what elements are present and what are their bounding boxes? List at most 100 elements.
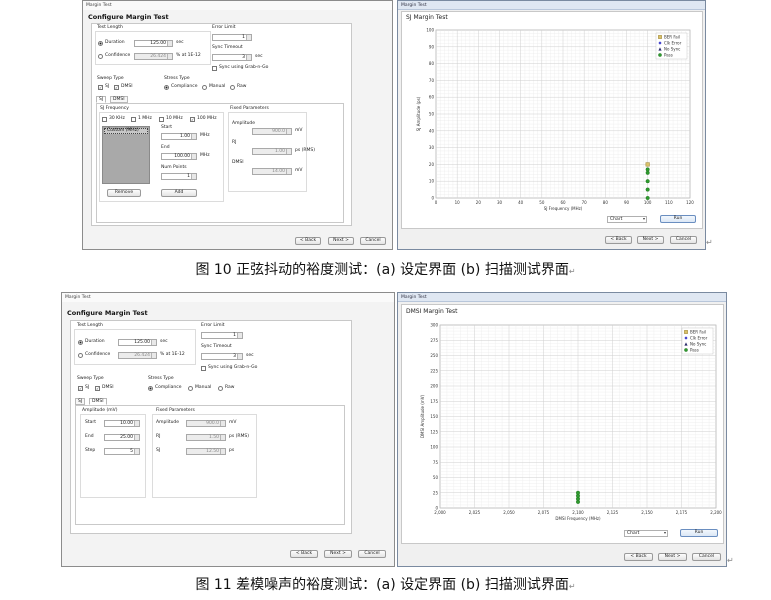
freq-30khz-checkbox[interactable] <box>102 117 107 122</box>
fig10-setup-window: Margin Test Configure Margin Test Test L… <box>82 0 393 250</box>
cancel-button[interactable]: Cancel <box>360 237 386 245</box>
raw-radio[interactable] <box>230 85 235 90</box>
tab-sj[interactable]: SJ <box>96 96 107 103</box>
compliance-radio[interactable] <box>148 386 153 391</box>
fixed-sj-input[interactable]: 12.50 <box>186 448 226 455</box>
sj-sweep-checkbox[interactable]: ✓ <box>98 85 103 90</box>
legend-label: BER Fail <box>664 35 680 40</box>
fixed-rj-input[interactable]: 1.00 <box>252 148 292 155</box>
confidence-input[interactable]: 26.424 <box>134 53 173 60</box>
end-input[interactable]: 100.00 <box>161 153 197 160</box>
cancel-button[interactable]: Cancel <box>358 550 386 558</box>
view-select[interactable]: Chart <box>607 216 647 223</box>
tab-sj[interactable]: SJ <box>75 398 86 405</box>
start-label: Start <box>85 420 96 425</box>
x-tick-label: 50 <box>539 200 545 205</box>
start-input[interactable]: 10.00 <box>104 420 140 427</box>
x-tick-label: 2,150 <box>641 510 653 515</box>
tab-dmsi[interactable]: DMSI <box>110 96 128 103</box>
dmsi-sweep-checkbox[interactable]: ✓ <box>95 386 100 391</box>
freq-100mhz-checkbox[interactable]: ✓ <box>190 117 195 122</box>
duration-input[interactable]: 125.00 <box>118 339 157 346</box>
cancel-button[interactable]: Cancel <box>670 236 697 244</box>
freq-1mhz-label: 1 MHz <box>138 116 152 121</box>
run-button[interactable]: Run <box>680 529 718 537</box>
legend-marker <box>684 330 688 334</box>
back-button[interactable]: < Back <box>295 237 321 245</box>
dmsi-sweep-checkbox[interactable]: ✓ <box>114 85 119 90</box>
frequency-list[interactable]: Custom (MHz) <box>102 126 150 184</box>
x-tick-label: 20 <box>476 200 482 205</box>
legend-marker <box>684 348 688 352</box>
duration-radio[interactable] <box>78 340 83 345</box>
fixed-amplitude-input[interactable]: 900.0 <box>252 128 292 135</box>
fixed-dmsi-label: DMSI <box>232 160 244 165</box>
add-button[interactable]: Add <box>161 189 197 197</box>
grab-n-go-checkbox[interactable] <box>212 66 217 71</box>
y-tick-label: 30 <box>429 145 435 150</box>
view-select[interactable]: Chart <box>624 530 668 537</box>
duration-radio[interactable] <box>98 41 103 46</box>
num-points-input[interactable]: 1 <box>161 173 197 180</box>
start-input[interactable]: 1.00 <box>161 133 197 140</box>
manual-radio[interactable] <box>202 85 207 90</box>
sync-timeout-input[interactable]: 3 <box>201 353 243 360</box>
sj-sweep-checkbox[interactable]: ✓ <box>78 386 83 391</box>
error-limit-input[interactable]: 1 <box>212 34 252 41</box>
freq-1mhz-checkbox[interactable] <box>131 117 136 122</box>
confidence-radio[interactable] <box>98 54 103 59</box>
next-button[interactable]: Next > <box>328 237 354 245</box>
error-limit-input[interactable]: 1 <box>201 332 243 339</box>
grab-n-go-checkbox[interactable] <box>201 366 206 371</box>
fig11-caption: 图 11 差模噪声的裕度测试：(a) 设定界面 (b) 扫描测试界面↵ <box>0 574 771 594</box>
remove-button[interactable]: Remove <box>107 189 141 197</box>
end-unit: MHz <box>200 153 210 158</box>
back-button[interactable]: < Back <box>290 550 318 558</box>
freq-10mhz-label: 10 MHz <box>166 116 183 121</box>
next-button[interactable]: Next > <box>658 553 687 561</box>
end-input[interactable]: 25.00 <box>104 434 140 441</box>
step-input[interactable]: 5 <box>104 448 140 455</box>
fixed-sj-label: SJ <box>156 448 161 453</box>
confidence-input[interactable]: 26.424 <box>118 352 157 359</box>
fig11-setup-window: Margin Test Configure Margin Test Test L… <box>61 292 395 567</box>
data-point <box>645 162 650 167</box>
raw-radio[interactable] <box>218 386 223 391</box>
tab-dmsi[interactable]: DMSI <box>89 398 107 405</box>
duration-label: Duration <box>85 339 105 344</box>
window-title: Margin Test <box>83 1 392 10</box>
next-button[interactable]: Next > <box>324 550 352 558</box>
list-item[interactable]: Custom (MHz) <box>104 128 148 134</box>
cancel-button[interactable]: Cancel <box>692 553 721 561</box>
confidence-radio[interactable] <box>78 353 83 358</box>
fixed-rj-input[interactable]: 1.50 <box>186 434 226 441</box>
compliance-radio[interactable] <box>164 85 169 90</box>
back-button[interactable]: < Back <box>605 236 632 244</box>
manual-radio[interactable] <box>188 386 193 391</box>
confidence-unit: % at 1E-12 <box>176 53 201 58</box>
config-panel: Test Length Duration 125.00 sec Confiden… <box>91 23 352 226</box>
fig10-caption: 图 10 正弦抖动的裕度测试：(a) 设定界面 (b) 扫描测试界面↵ <box>0 259 771 279</box>
dmsi-sweep-label: DMSI <box>102 385 114 390</box>
next-button[interactable]: Next > <box>637 236 664 244</box>
sync-timeout-input[interactable]: 3 <box>212 54 252 61</box>
caption-text: 图 10 正弦抖动的裕度测试：(a) 设定界面 (b) 扫描测试界面 <box>195 262 569 278</box>
data-point <box>645 179 650 184</box>
end-label: End <box>161 145 170 150</box>
fixed-amplitude-input[interactable]: 900.0 <box>186 420 226 427</box>
sweep-type-title: Sweep Type <box>97 76 124 81</box>
freq-10mhz-checkbox[interactable] <box>159 117 164 122</box>
dialog-heading: Configure Margin Test <box>67 309 148 317</box>
duration-input[interactable]: 125.00 <box>134 40 173 47</box>
y-tick-label: 75 <box>433 460 439 465</box>
start-unit: MHz <box>200 133 210 138</box>
x-tick-label: 80 <box>603 200 609 205</box>
fixed-sj-unit: ps <box>229 448 235 453</box>
raw-label: Raw <box>237 84 247 89</box>
back-button[interactable]: < Back <box>624 553 653 561</box>
fixed-dmsi-input[interactable]: 14.00 <box>252 168 292 175</box>
run-button[interactable]: Run <box>660 215 696 223</box>
legend-label: Pass <box>664 53 673 58</box>
y-tick-label: 175 <box>430 399 438 404</box>
legend-label: Pass <box>690 348 699 353</box>
